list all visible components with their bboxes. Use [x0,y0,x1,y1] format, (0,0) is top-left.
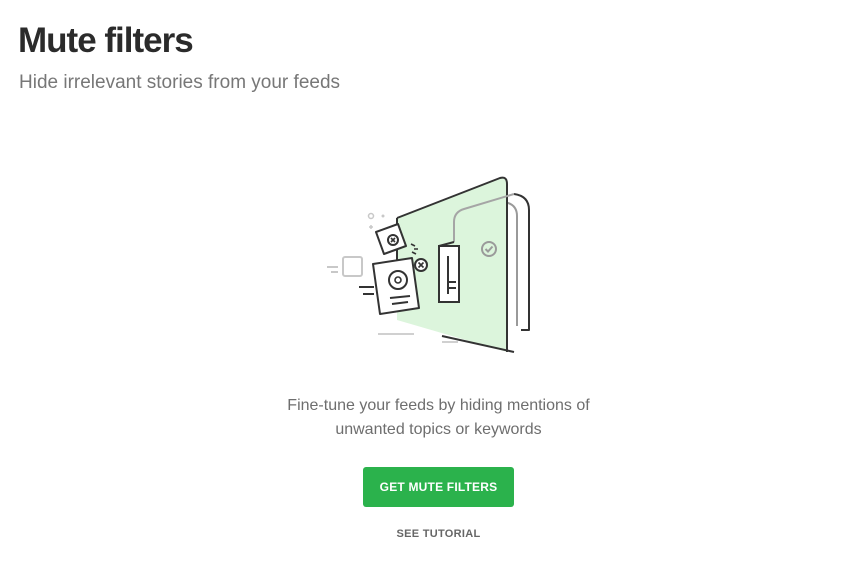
empty-state-description: Fine-tune your feeds by hiding mentions … [0,394,852,442]
empty-state-line-1: Fine-tune your feeds by hiding mentions … [287,397,590,414]
mute-filters-illustration [327,176,530,353]
get-mute-filters-button[interactable]: GET MUTE FILTERS [363,467,514,507]
see-tutorial-link[interactable]: SEE TUTORIAL [363,528,514,540]
page-title: Mute filters [18,21,194,60]
empty-state-line-2: unwanted topics or keywords [335,421,542,438]
page-subtitle: Hide irrelevant stories from your feeds [19,72,341,93]
